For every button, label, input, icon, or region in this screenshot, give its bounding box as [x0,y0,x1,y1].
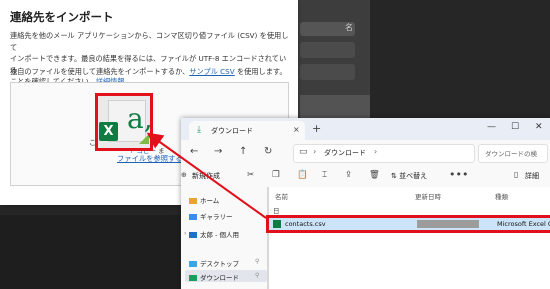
sort-icon: ⇅ [391,172,400,180]
refresh-icon[interactable]: ↻ [264,146,272,157]
excel-letter: a, [127,102,153,135]
address-text: ダウンロード [324,149,366,157]
file-explorer-window: ⤓ ダウンロード × + — ☐ ✕ ← → ↑ ↻ ▭ › ダウンロード › … [181,118,550,289]
sidebar-item-desktop[interactable]: デスクトップ [189,258,239,268]
command-bar: ⊕ 新規作成 ✂ ❐ 📋 ⌶ ⇪ 🗑 ⇅ 並べ替え ••• ▯ 詳細 [181,166,550,188]
excel-x-badge-icon: X [99,122,118,141]
column-header-type[interactable]: 種類 [495,191,508,201]
cloud-icon [189,232,197,238]
background-name-label: 名 [345,23,353,32]
background-bottom [0,215,180,289]
explorer-titlebar: ⤓ ダウンロード × + — ☐ ✕ [181,118,550,140]
close-window-button[interactable]: ✕ [535,122,543,132]
pin-icon: ⚲ [255,258,260,265]
back-arrow-icon[interactable]: ← [190,146,198,157]
csv-file-icon [273,220,281,228]
pin-icon: ⚲ [255,272,260,279]
dialog-title: 連絡先をインポート [10,10,114,24]
maximize-button[interactable]: ☐ [511,122,519,132]
excel-corner-icon [139,134,149,144]
tab-close-icon[interactable]: × [293,125,300,134]
dialog-sub-suffix: を使用します。 [236,67,287,76]
search-input[interactable]: ダウンロードの検 [478,144,548,163]
dragged-excel-file[interactable]: a, X [95,93,153,151]
desktop-icon [189,261,197,267]
file-date-redacted [417,220,479,228]
download-icon: ⤓ [197,125,201,135]
tab-label: ダウンロード [211,127,253,135]
browse-file-link[interactable]: ファイルを参照する [117,154,183,164]
file-list: 名前 更新日時 種類 日 [269,187,550,289]
sidebar-item-downloads[interactable]: ダウンロード [189,272,239,282]
dialog-subtext: 独自のファイルを使用して連絡先をインポートするか、サンプル CSV を使用します… [10,67,287,77]
column-header-date[interactable]: 更新日時 [415,191,441,201]
dialog-description: 連絡先を他のメール アプリケーションから、コンマ区切り値ファイル (CSV) を… [10,30,290,88]
chevron-right-icon: › [313,147,317,156]
background-strip [300,64,355,80]
column-header-name[interactable]: 名前 [275,191,288,201]
home-icon [189,198,197,204]
sidebar-item-gallery[interactable]: ギャラリー [189,211,233,221]
up-arrow-icon[interactable]: ↑ [239,146,247,157]
copy-icon[interactable]: ❐ [272,170,280,180]
sort-button[interactable]: ⇅ 並べ替え [391,171,427,181]
file-type: Microsoft Excel CSV [497,220,550,228]
chevron-right-icon[interactable]: › [184,230,186,237]
share-icon[interactable]: ⇪ [345,170,352,180]
sidebar-item-onedrive[interactable]: 太郎 - 個人用 [189,229,239,239]
details-button[interactable]: 詳細 [525,171,539,181]
cut-icon[interactable]: ✂ [247,170,254,180]
navigation-pane: ホーム ギャラリー › 太郎 - 個人用 デスクトップ ⚲ ダウンロード ⚲ [181,187,269,289]
chevron-right-icon: › [374,147,378,156]
new-tab-button[interactable]: + [312,122,321,135]
sidebar-item-home[interactable]: ホーム [189,195,219,205]
gallery-icon [189,214,197,220]
details-pane-icon: ▯ [514,170,519,179]
delete-icon[interactable]: 🗑 [369,170,380,180]
background-strip [300,42,355,58]
new-button[interactable]: 新規作成 [192,171,220,181]
dialog-sub-text: 独自のファイルを使用して連絡先をインポートするか、 [10,67,190,76]
more-options-button[interactable]: ••• [449,168,468,181]
group-header[interactable]: 日 [273,205,280,215]
monitor-icon: ▭ [299,147,308,157]
search-placeholder: ダウンロードの検 [485,150,537,158]
sample-csv-link[interactable]: サンプル CSV [189,67,234,76]
address-bar[interactable]: ▭ › ダウンロード › [293,144,475,163]
download-icon [189,275,197,281]
forward-arrow-icon[interactable]: → [214,146,222,157]
file-name: contacts.csv [285,220,326,228]
paste-icon[interactable]: 📋 [297,170,308,180]
explorer-tab[interactable]: ⤓ ダウンロード × [189,121,305,140]
minimize-button[interactable]: — [487,122,496,132]
dialog-desc-line: 連絡先を他のメール アプリケーションから、コンマ区切り値ファイル (CSV) を… [10,31,289,52]
file-row-contacts[interactable]: contacts.csv Microsoft Excel CSV [266,215,550,233]
new-plus-icon: ⊕ [181,171,187,179]
navigation-bar: ← → ↑ ↻ ▭ › ダウンロード › ダウンロードの検 [181,140,550,167]
rename-icon[interactable]: ⌶ [322,170,327,180]
